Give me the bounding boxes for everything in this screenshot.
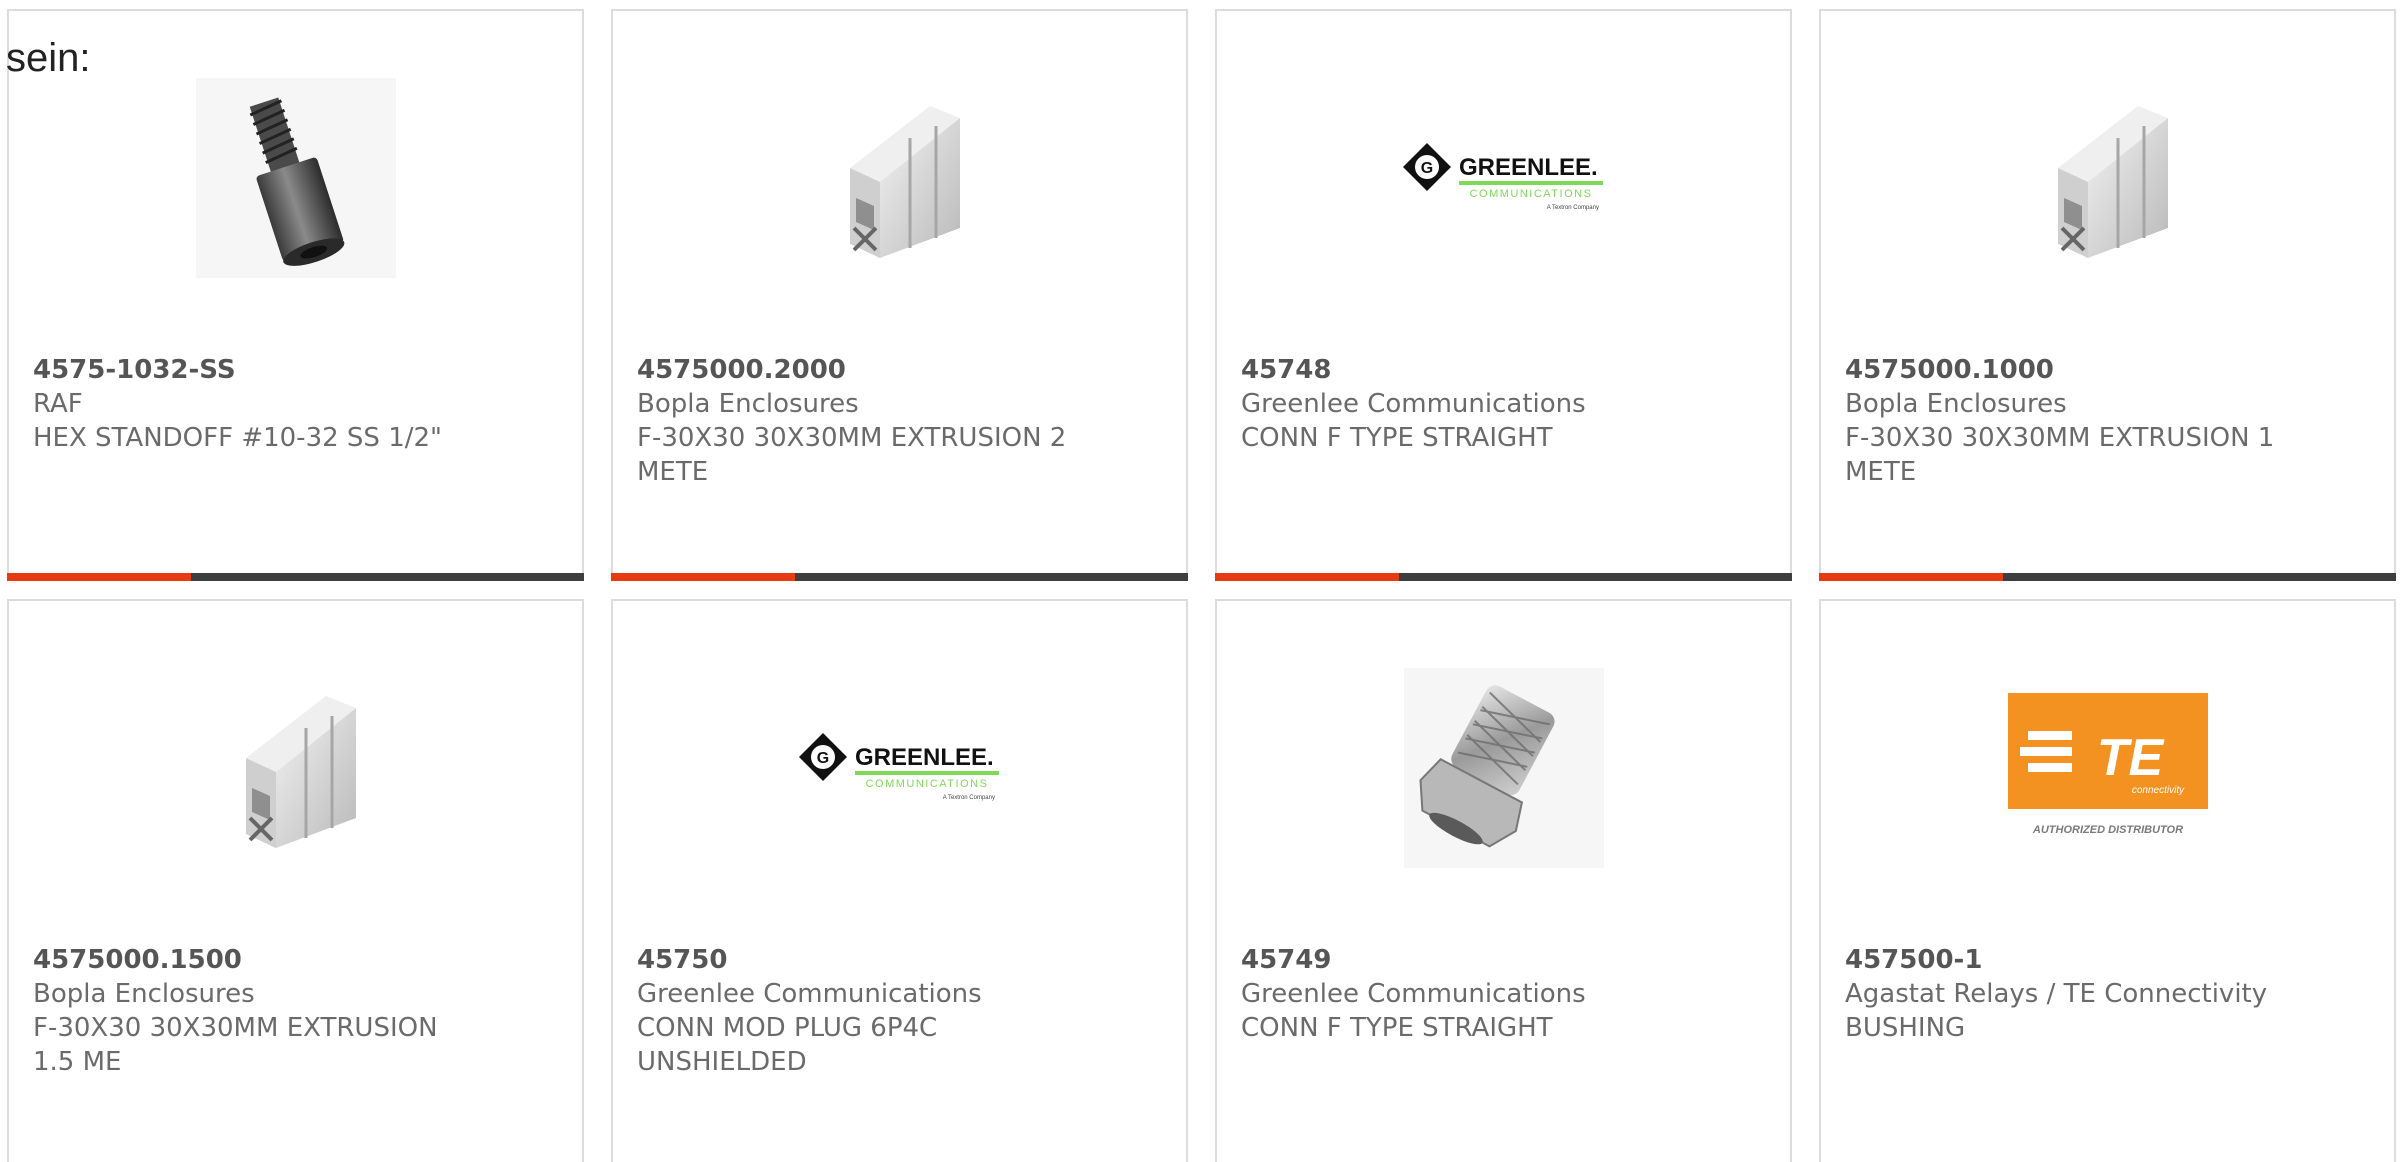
part-number[interactable]: 457500-1 (1845, 943, 2374, 977)
card-bottom-bar (1819, 573, 2396, 581)
greenlee-tag: A Textron Company (942, 795, 994, 801)
greenlee-logo: G GREENLEE. COMMUNICATIONS A Textron Com… (798, 733, 999, 801)
product-info: 45748 Greenlee Communications CONN F TYP… (1241, 353, 1770, 455)
svg-text:G: G (816, 750, 828, 767)
te-mark: TE (2096, 729, 2164, 787)
product-info: 4575-1032-SS RAF HEX STANDOFF #10-32 SS … (33, 353, 562, 455)
product-card[interactable]: 4575000.1000 Bopla Enclosures F-30X30 30… (1819, 9, 2396, 581)
product-image[interactable]: G GREENLEE. COMMUNICATIONS A Textron Com… (1217, 73, 1790, 283)
card-bottom-bar (7, 573, 584, 581)
card-bottom-bar (1215, 573, 1792, 581)
product-card[interactable]: 4575000.2000 Bopla Enclosures F-30X30 30… (611, 9, 1188, 581)
description: CONN F TYPE STRAIGHT (1241, 1013, 1553, 1043)
description: F-30X30 30X30MM EXTRUSION 2 METE (637, 423, 1067, 487)
description: BUSHING (1845, 1013, 1966, 1043)
part-number[interactable]: 4575000.2000 (637, 353, 1166, 387)
description: HEX STANDOFF #10-32 SS 1/2" (33, 423, 442, 453)
product-image[interactable]: G GREENLEE. COMMUNICATIONS A Textron Com… (613, 663, 1186, 873)
te-caption: AUTHORIZED DISTRIBUTOR (2031, 824, 2182, 836)
manufacturer: Greenlee Communications (1241, 389, 1586, 419)
product-info: 45749 Greenlee Communications CONN F TYP… (1241, 943, 1770, 1045)
product-image[interactable] (1217, 663, 1790, 873)
manufacturer: Greenlee Communications (1241, 979, 1586, 1009)
page: sein: 4575-1032-SS RAF HEX STANDOFF #10-… (0, 0, 2400, 1162)
card-bottom-bar (611, 573, 1188, 581)
greenlee-tag: A Textron Company (1546, 205, 1598, 211)
product-card[interactable]: 4575000.1500 Bopla Enclosures F-30X30 30… (7, 599, 584, 1162)
manufacturer: Bopla Enclosures (1845, 389, 2067, 419)
product-grid: 4575-1032-SS RAF HEX STANDOFF #10-32 SS … (7, 9, 2400, 1162)
description: CONN MOD PLUG 6P4C UNSHIELDED (637, 1013, 938, 1077)
card-accent (1215, 573, 1399, 581)
card-accent (611, 573, 795, 581)
card-accent (1819, 573, 2003, 581)
te-sub: connectivity (2131, 785, 2184, 796)
greenlee-name: GREENLEE. (855, 744, 994, 771)
product-info: 4575000.2000 Bopla Enclosures F-30X30 30… (637, 353, 1166, 489)
product-info: 457500-1 Agastat Relays / TE Connectivit… (1845, 943, 2374, 1045)
svg-text:G: G (1420, 160, 1432, 177)
part-number[interactable]: 4575000.1000 (1845, 353, 2374, 387)
product-info: 4575000.1000 Bopla Enclosures F-30X30 30… (1845, 353, 2374, 489)
greenlee-sub: COMMUNICATIONS (865, 778, 988, 790)
product-card[interactable]: G GREENLEE. COMMUNICATIONS A Textron Com… (1215, 9, 1792, 581)
aluminum-extrusion-icon (245, 696, 356, 848)
product-info: 4575000.1500 Bopla Enclosures F-30X30 30… (33, 943, 562, 1079)
description: CONN F TYPE STRAIGHT (1241, 423, 1553, 453)
product-image[interactable] (1821, 73, 2394, 283)
product-image[interactable] (613, 73, 1186, 283)
product-image[interactable] (9, 663, 582, 873)
product-image[interactable]: TE connectivity AUTHORIZED DISTRIBUTOR (1821, 663, 2394, 873)
product-card[interactable]: TE connectivity AUTHORIZED DISTRIBUTOR 4… (1819, 599, 2396, 1162)
part-number[interactable]: 45750 (637, 943, 1166, 977)
manufacturer: Greenlee Communications (637, 979, 982, 1009)
description: F-30X30 30X30MM EXTRUSION 1 METE (1845, 423, 2275, 487)
aluminum-extrusion-icon (2057, 106, 2168, 258)
product-image[interactable] (9, 73, 582, 283)
product-card[interactable]: 45749 Greenlee Communications CONN F TYP… (1215, 599, 1792, 1162)
hex-standoff-icon (195, 78, 396, 278)
description: F-30X30 30X30MM EXTRUSION 1.5 ME (33, 1013, 438, 1077)
lead-text: sein: (6, 36, 91, 80)
product-card[interactable]: 4575-1032-SS RAF HEX STANDOFF #10-32 SS … (7, 9, 584, 581)
part-number[interactable]: 4575000.1500 (33, 943, 562, 977)
part-number[interactable]: 45748 (1241, 353, 1770, 387)
f-connector-icon (1403, 668, 1604, 868)
aluminum-extrusion-icon (849, 106, 960, 258)
manufacturer: Bopla Enclosures (33, 979, 255, 1009)
manufacturer: Agastat Relays / TE Connectivity (1845, 979, 2268, 1009)
part-number[interactable]: 45749 (1241, 943, 1770, 977)
part-number[interactable]: 4575-1032-SS (33, 353, 562, 387)
product-info: 45750 Greenlee Communications CONN MOD P… (637, 943, 1166, 1079)
manufacturer: Bopla Enclosures (637, 389, 859, 419)
te-connectivity-logo: TE connectivity AUTHORIZED DISTRIBUTOR (2007, 693, 2208, 836)
greenlee-sub: COMMUNICATIONS (1469, 188, 1592, 200)
manufacturer: RAF (33, 389, 83, 419)
card-accent (7, 573, 191, 581)
product-card[interactable]: G GREENLEE. COMMUNICATIONS A Textron Com… (611, 599, 1188, 1162)
greenlee-logo: G GREENLEE. COMMUNICATIONS A Textron Com… (1402, 143, 1603, 211)
greenlee-name: GREENLEE. (1459, 154, 1598, 181)
